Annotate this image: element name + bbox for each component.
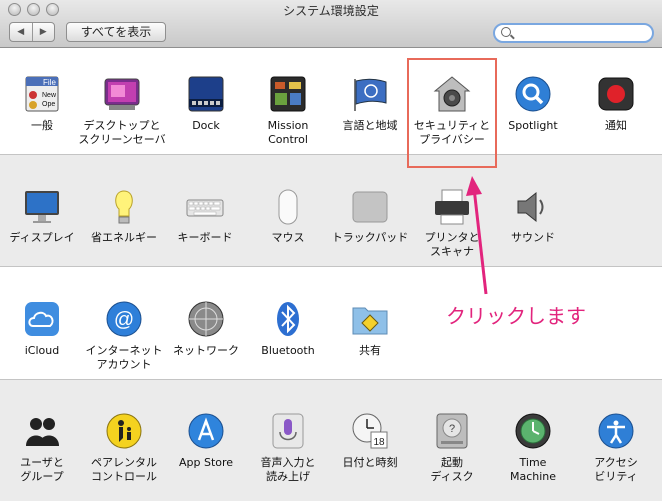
callout-arrow <box>466 176 488 295</box>
callout-text: クリックします <box>446 304 586 328</box>
